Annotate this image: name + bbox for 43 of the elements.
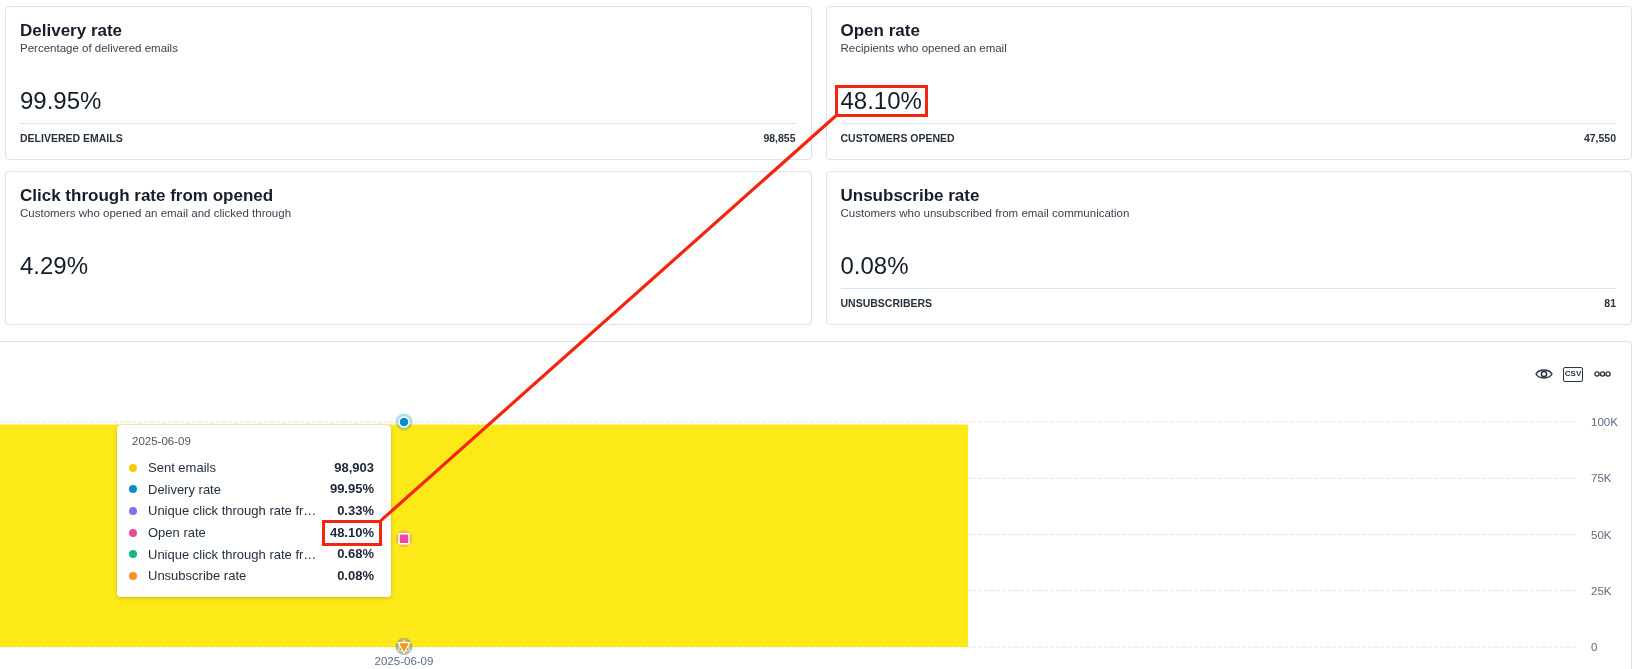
y-axis-label: 50K <box>1591 528 1612 541</box>
footer-value: 47,550 <box>1583 131 1616 145</box>
card-title: Open rate <box>840 21 920 41</box>
series-value: 98,903 <box>334 459 374 476</box>
card-subtitle: Customers who opened an email and clicked through <box>20 206 292 220</box>
card-subtitle: Percentage of delivered emails <box>20 41 178 55</box>
footer-label: DELIVERED EMAILS <box>20 131 123 145</box>
series-value: 0.68% <box>337 546 374 563</box>
metric-value: 99.95% <box>20 89 102 113</box>
csv-button[interactable]: CSV <box>1563 366 1583 382</box>
eye-icon <box>1535 368 1553 380</box>
metric-value: 4.29% <box>20 254 89 278</box>
footer-value: 81 <box>1604 296 1616 310</box>
footer-label: UNSUBSCRIBERS <box>840 296 933 310</box>
card-subtitle: Customers who unsubscribed from email communication <box>840 206 1130 220</box>
series-value: 48.10% <box>321 519 382 546</box>
data-point-marker <box>395 530 413 548</box>
tooltip-date: 2025-06-09 <box>132 434 191 448</box>
y-axis-label: 100K <box>1591 416 1618 428</box>
data-point-marker <box>395 413 413 431</box>
y-axis-label: 75K <box>1591 472 1612 485</box>
series-label: Delivery rate <box>148 481 221 497</box>
series-value: 0.33% <box>337 503 374 519</box>
data-point-marker <box>395 638 413 656</box>
metric-value: 0.08% <box>840 254 909 278</box>
series-value: 0.08% <box>337 567 374 584</box>
card-title: Unsubscribe rate <box>840 186 980 206</box>
card-subtitle: Recipients who opened an email <box>840 41 1007 55</box>
card-title: Click through rate from opened <box>20 186 274 206</box>
y-axis-label: 0 <box>1591 641 1598 653</box>
series-label: Sent emails <box>148 460 216 476</box>
x-axis-label: 2025-06-09 <box>374 655 434 667</box>
y-axis-label: 25K <box>1591 584 1612 597</box>
footer-value: 98,855 <box>763 131 796 145</box>
footer-label: CUSTOMERS OPENED <box>840 131 955 145</box>
series-label: Open rate <box>148 525 206 541</box>
metric-value: 48.10% <box>834 85 928 117</box>
card-title: Delivery rate <box>20 21 123 41</box>
series-label: Unique click through rate fr… <box>148 503 317 519</box>
series-value: 99.95% <box>329 481 374 498</box>
series-label: Unique click through rate fr… <box>148 546 317 562</box>
series-label: Unsubscribe rate <box>148 568 247 584</box>
more-icon <box>1593 371 1611 377</box>
